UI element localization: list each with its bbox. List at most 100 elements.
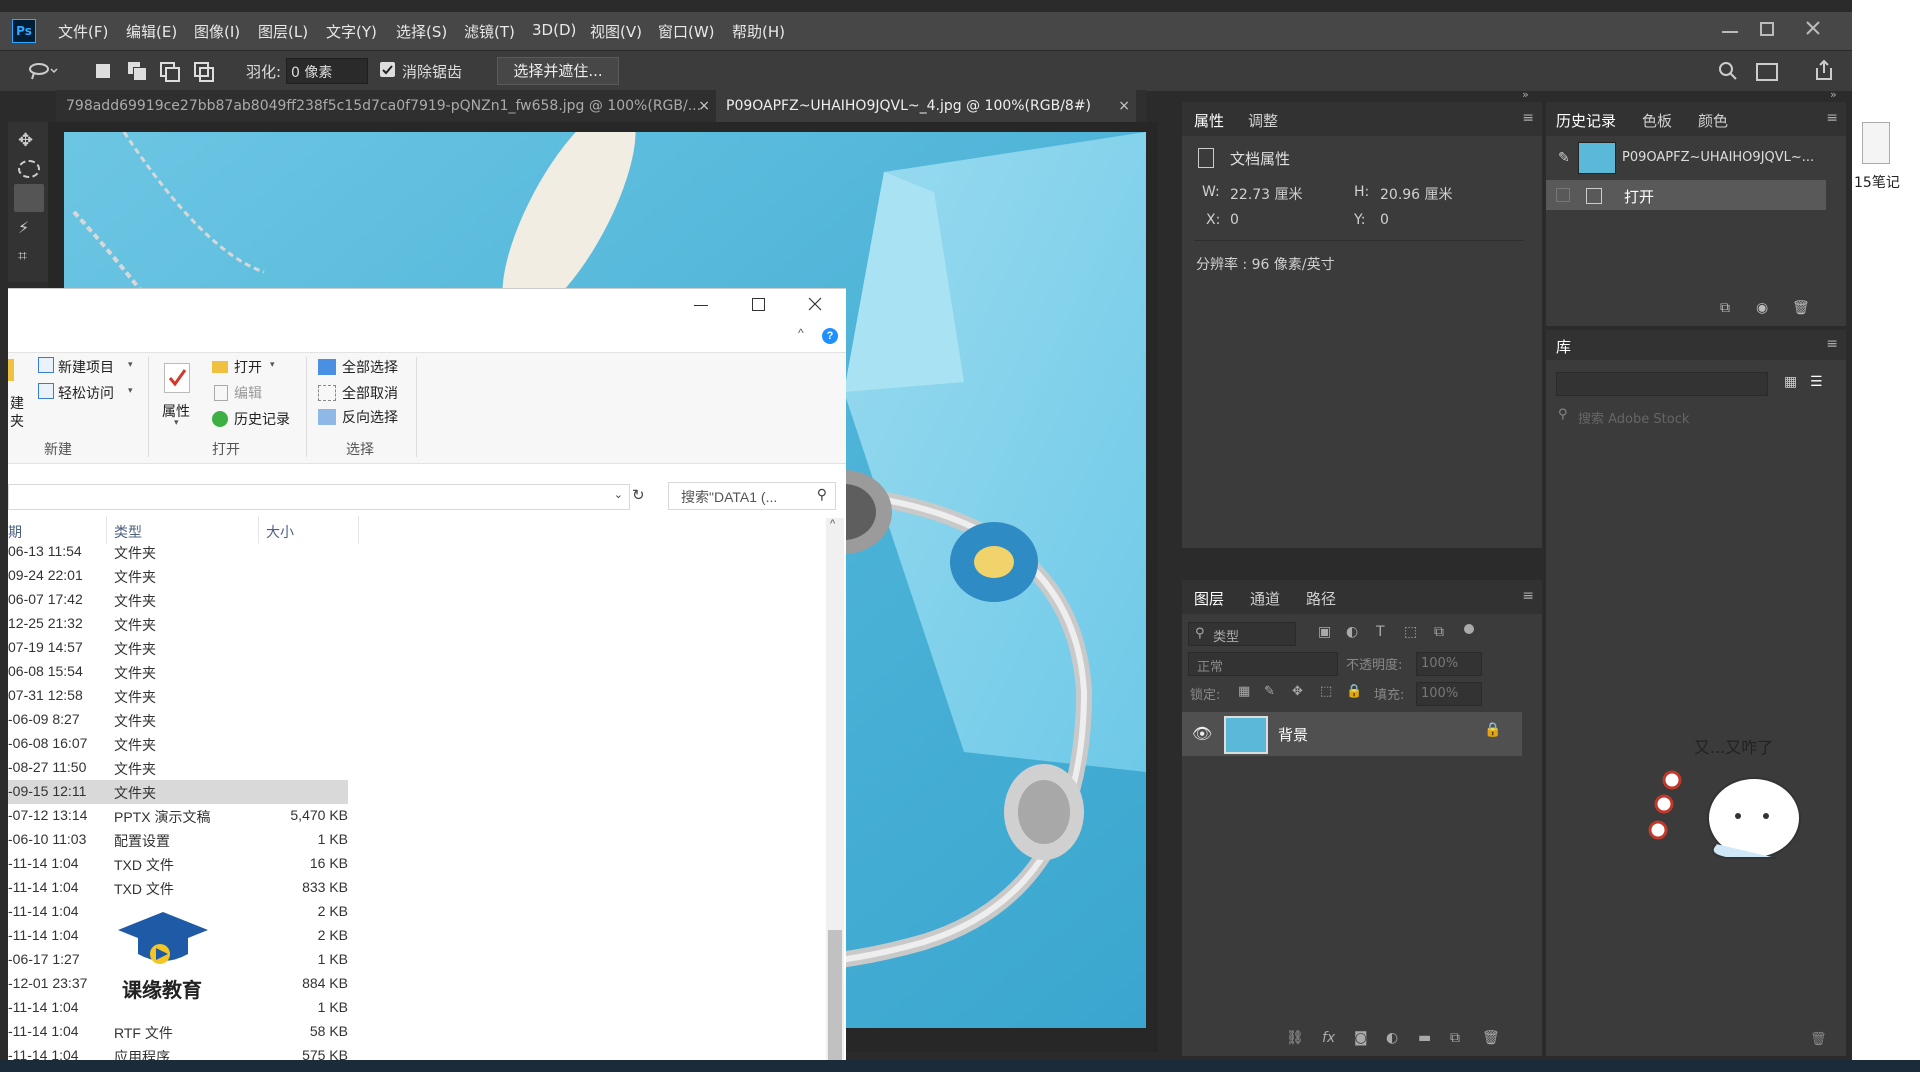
select-none-button[interactable]: 全部取消 xyxy=(342,383,398,403)
close-tab-icon[interactable]: × xyxy=(1118,90,1130,122)
select-and-mask-button[interactable]: 选择并遮住... xyxy=(497,57,619,85)
panel-collapse-icon-right[interactable]: » xyxy=(1830,88,1837,101)
library-select[interactable] xyxy=(1556,372,1768,396)
tab-paths[interactable]: 路径 xyxy=(1306,588,1336,609)
open-folder-icon[interactable] xyxy=(212,361,228,373)
menu-3d[interactable]: 3D(D) xyxy=(532,21,576,39)
list-view-icon[interactable]: ☰ xyxy=(1810,374,1823,390)
tab-layers[interactable]: 图层 xyxy=(1194,588,1224,609)
collapse-ribbon-icon[interactable]: ^ xyxy=(798,326,804,340)
marquee-tool-icon[interactable] xyxy=(18,160,40,178)
history-snapshot-thumbnail[interactable] xyxy=(1578,142,1616,174)
filter-text-icon[interactable]: T xyxy=(1376,624,1385,640)
layer-row[interactable]: 👁 背景 🔒 xyxy=(1182,712,1522,756)
opacity-input[interactable]: 100% xyxy=(1416,652,1482,676)
chevron-down-icon[interactable]: ⌄ xyxy=(614,488,623,501)
new-item-button[interactable]: 新建项目 xyxy=(58,357,114,377)
notes-file-label[interactable]: 15笔记 xyxy=(1854,172,1900,192)
fx-icon[interactable]: fx xyxy=(1322,1030,1335,1046)
tab-channels[interactable]: 通道 xyxy=(1250,588,1280,609)
lock-position-icon[interactable]: ✥ xyxy=(1292,684,1303,699)
table-row[interactable]: -07-12 13:14 PPTX 演示文稿 5,470 KB xyxy=(8,804,348,828)
filter-pixel-icon[interactable]: ▣ xyxy=(1318,624,1331,640)
subtract-selection-icon[interactable] xyxy=(160,62,180,82)
menu-help[interactable]: 帮助(H) xyxy=(732,21,785,42)
refresh-icon[interactable]: ↻ xyxy=(632,486,645,504)
tab-document-2[interactable]: P09OAPFZ~UHAIHO9JQVL~_4.jpg @ 100%(RGB/8… xyxy=(716,90,1136,122)
lock-artboard-icon[interactable]: ⬚ xyxy=(1320,684,1332,699)
x-value[interactable]: 0 xyxy=(1230,212,1239,228)
menu-file[interactable]: 文件(F) xyxy=(58,21,108,42)
group-folder-icon[interactable]: ▬ xyxy=(1418,1030,1431,1046)
tab-swatches[interactable]: 色板 xyxy=(1642,110,1672,131)
select-all-button[interactable]: 全部选择 xyxy=(342,357,398,377)
minimize-icon[interactable] xyxy=(694,305,708,306)
column-date[interactable]: 期 xyxy=(8,522,22,542)
grid-view-icon[interactable]: ▦ xyxy=(1784,374,1797,390)
minimize-icon[interactable] xyxy=(1722,31,1738,33)
history-item[interactable]: 打开 xyxy=(1546,180,1826,210)
menu-select[interactable]: 选择(S) xyxy=(396,21,447,42)
panel-menu-icon[interactable]: ≡ xyxy=(1826,110,1838,126)
table-row[interactable]: -11-14 1:04 TXD 文件 16 KB xyxy=(8,852,348,876)
table-row[interactable]: -06-10 11:03 配置设置 1 KB xyxy=(8,828,348,852)
lasso-tool-icon[interactable] xyxy=(28,62,58,80)
menu-filter[interactable]: 滤镜(T) xyxy=(464,21,515,42)
table-row[interactable]: 07-19 14:57 文件夹 xyxy=(8,636,348,660)
lock-image-icon[interactable]: ✎ xyxy=(1264,684,1275,699)
panel-menu-icon[interactable]: ≡ xyxy=(1522,110,1534,126)
invert-selection-icon[interactable] xyxy=(318,409,336,425)
panel-collapse-icon[interactable]: » xyxy=(1522,88,1529,101)
maximize-icon[interactable] xyxy=(1760,22,1774,36)
blend-mode-select[interactable]: 正常 xyxy=(1188,652,1338,676)
workspace-icon[interactable] xyxy=(1756,63,1778,81)
link-layers-icon[interactable]: ⛓ xyxy=(1286,1030,1304,1046)
table-row[interactable]: 12-25 21:32 文件夹 xyxy=(8,612,348,636)
history-button[interactable]: 历史记录 xyxy=(234,409,290,429)
menu-view[interactable]: 视图(V) xyxy=(590,21,642,42)
y-value[interactable]: 0 xyxy=(1380,212,1389,228)
scrollbar-thumb[interactable] xyxy=(828,930,842,1070)
new-folder-label-2[interactable]: 夹 xyxy=(10,411,24,431)
tab-color[interactable]: 颜色 xyxy=(1698,110,1728,131)
lock-all-icon[interactable]: 🔒 xyxy=(1346,684,1362,699)
new-selection-icon[interactable] xyxy=(96,64,110,78)
layer-filter-select[interactable]: ⚲ 类型 xyxy=(1188,622,1296,646)
edit-icon[interactable] xyxy=(214,385,228,401)
new-item-icon[interactable] xyxy=(38,357,54,373)
add-mask-icon[interactable]: ◙ xyxy=(1354,1030,1368,1046)
menu-window[interactable]: 窗口(W) xyxy=(658,21,715,42)
column-type[interactable]: 类型 xyxy=(114,522,142,542)
layer-name[interactable]: 背景 xyxy=(1278,724,1308,745)
trash-icon[interactable]: 🗑 xyxy=(1810,1032,1827,1047)
ps-logo[interactable]: Ps xyxy=(12,19,36,43)
scrollbar[interactable]: ^ xyxy=(826,518,844,1070)
select-all-icon[interactable] xyxy=(318,359,336,375)
new-folder-icon[interactable] xyxy=(8,359,14,381)
address-bar[interactable]: ⌄ xyxy=(8,484,630,510)
feather-input[interactable]: 0 像素 xyxy=(286,58,368,84)
filter-toggle-icon[interactable] xyxy=(1464,624,1474,634)
table-row[interactable]: -06-09 8:27 文件夹 xyxy=(8,708,348,732)
table-row[interactable]: -11-14 1:04 TXD 文件 833 KB xyxy=(8,876,348,900)
tab-document-1[interactable]: 798add69919ce27bb87ab8049ff238f5c15d7ca0… xyxy=(56,90,716,122)
width-value[interactable]: 22.73 厘米 xyxy=(1230,184,1303,204)
properties-check-icon[interactable] xyxy=(164,363,190,393)
new-document-from-state-icon[interactable]: ⧉ xyxy=(1720,300,1730,316)
delete-layer-icon[interactable]: 🗑 xyxy=(1482,1030,1500,1046)
history-icon[interactable] xyxy=(212,411,228,427)
trash-icon[interactable]: 🗑 xyxy=(1792,300,1810,316)
lasso-tool-icon-side[interactable] xyxy=(14,184,44,212)
edit-button[interactable]: 编辑 xyxy=(234,383,262,403)
table-row[interactable]: -09-15 12:11 文件夹 xyxy=(8,780,348,804)
open-button[interactable]: 打开 xyxy=(234,357,262,377)
menu-image[interactable]: 图像(I) xyxy=(194,21,240,42)
table-row[interactable]: -08-27 11:50 文件夹 xyxy=(8,756,348,780)
add-selection-icon[interactable] xyxy=(128,62,147,81)
invert-selection-button[interactable]: 反向选择 xyxy=(342,407,398,427)
table-row[interactable]: 06-13 11:54 文件夹 xyxy=(8,540,348,564)
close-tab-icon[interactable]: × xyxy=(698,90,710,122)
intersect-selection-icon[interactable] xyxy=(194,62,214,82)
new-folder-label-1[interactable]: 建 xyxy=(10,393,24,413)
close-icon[interactable] xyxy=(1805,20,1821,36)
